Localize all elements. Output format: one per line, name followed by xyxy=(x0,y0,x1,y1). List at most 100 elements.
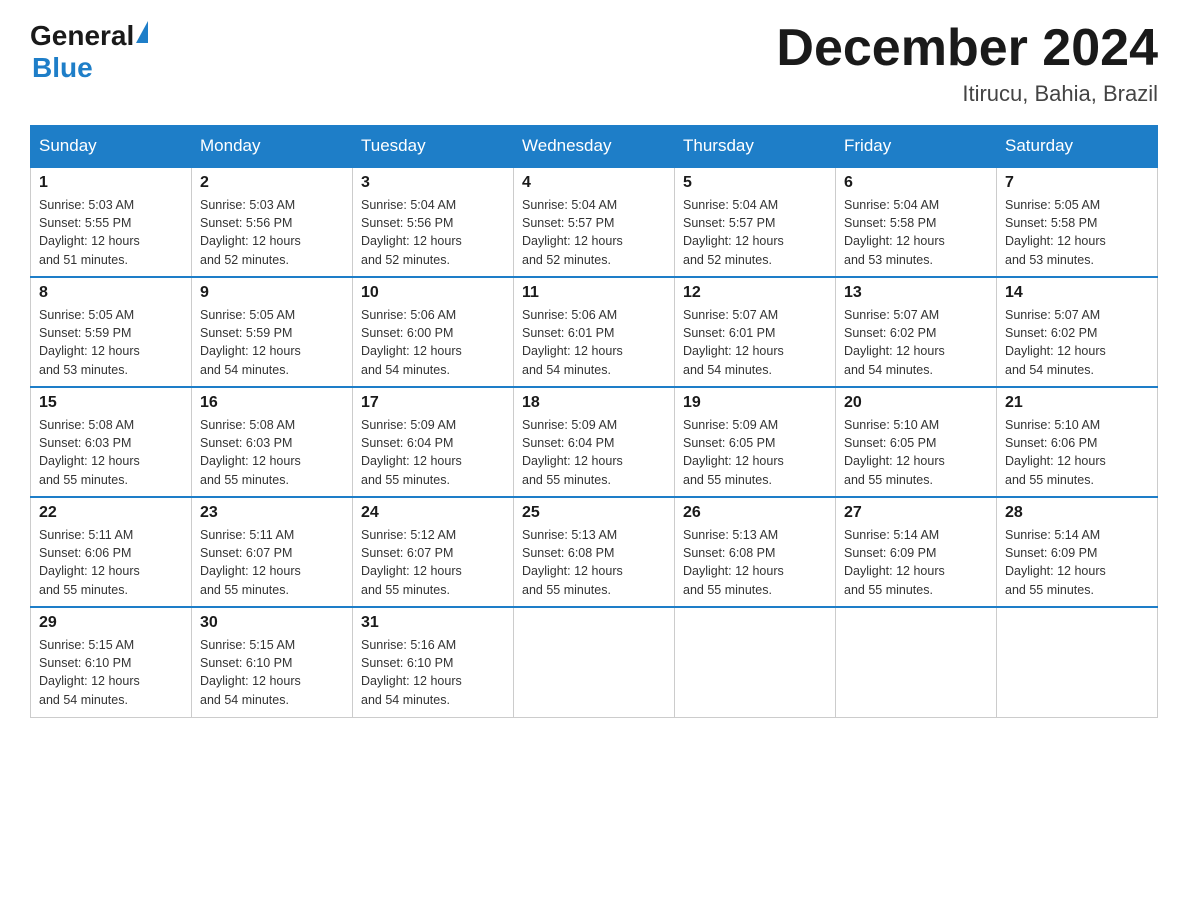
day-number: 28 xyxy=(1005,504,1149,522)
day-info: Sunrise: 5:03 AMSunset: 5:55 PMDaylight:… xyxy=(39,196,183,269)
day-number: 9 xyxy=(200,284,344,302)
day-info: Sunrise: 5:14 AMSunset: 6:09 PMDaylight:… xyxy=(1005,526,1149,599)
calendar-cell: 22 Sunrise: 5:11 AMSunset: 6:06 PMDayligh… xyxy=(31,497,192,607)
calendar-cell: 4 Sunrise: 5:04 AMSunset: 5:57 PMDaylight… xyxy=(514,167,675,277)
logo-blue-text: Blue xyxy=(32,52,93,84)
day-info: Sunrise: 5:04 AMSunset: 5:57 PMDaylight:… xyxy=(683,196,827,269)
calendar-cell: 7 Sunrise: 5:05 AMSunset: 5:58 PMDaylight… xyxy=(997,167,1158,277)
calendar-table: SundayMondayTuesdayWednesdayThursdayFrid… xyxy=(30,125,1158,718)
logo: General Blue xyxy=(30,20,148,84)
title-area: December 2024 Itirucu, Bahia, Brazil xyxy=(776,20,1158,107)
day-info: Sunrise: 5:15 AMSunset: 6:10 PMDaylight:… xyxy=(200,636,344,709)
day-number: 1 xyxy=(39,174,183,192)
weekday-header-row: SundayMondayTuesdayWednesdayThursdayFrid… xyxy=(31,126,1158,168)
week-row-2: 8 Sunrise: 5:05 AMSunset: 5:59 PMDaylight… xyxy=(31,277,1158,387)
day-info: Sunrise: 5:07 AMSunset: 6:01 PMDaylight:… xyxy=(683,306,827,379)
day-info: Sunrise: 5:05 AMSunset: 5:58 PMDaylight:… xyxy=(1005,196,1149,269)
day-info: Sunrise: 5:06 AMSunset: 6:01 PMDaylight:… xyxy=(522,306,666,379)
calendar-cell: 2Sunrise: 5:03 AMSunset: 5:56 PMDaylight… xyxy=(192,167,353,277)
day-info: Sunrise: 5:11 AMSunset: 6:07 PMDaylight:… xyxy=(200,526,344,599)
day-info: Sunrise: 5:11 AMSunset: 6:06 PMDaylight:… xyxy=(39,526,183,599)
day-number: 18 xyxy=(522,394,666,412)
day-number: 25 xyxy=(522,504,666,522)
calendar-cell: 30 Sunrise: 5:15 AMSunset: 6:10 PMDayligh… xyxy=(192,607,353,717)
day-number: 7 xyxy=(1005,174,1149,192)
week-row-3: 15Sunrise: 5:08 AMSunset: 6:03 PMDayligh… xyxy=(31,387,1158,497)
calendar-cell: 23 Sunrise: 5:11 AMSunset: 6:07 PMDayligh… xyxy=(192,497,353,607)
calendar-cell xyxy=(997,607,1158,717)
calendar-title: December 2024 xyxy=(776,20,1158,77)
day-number: 29 xyxy=(39,614,183,632)
day-info: Sunrise: 5:08 AMSunset: 6:03 PMDaylight:… xyxy=(39,416,183,489)
day-number: 16 xyxy=(200,394,344,412)
calendar-cell: 9Sunrise: 5:05 AMSunset: 5:59 PMDaylight… xyxy=(192,277,353,387)
week-row-1: 1 Sunrise: 5:03 AMSunset: 5:55 PMDaylight… xyxy=(31,167,1158,277)
day-info: Sunrise: 5:14 AMSunset: 6:09 PMDaylight:… xyxy=(844,526,988,599)
day-info: Sunrise: 5:05 AMSunset: 5:59 PMDaylight:… xyxy=(39,306,183,379)
calendar-cell: 27 Sunrise: 5:14 AMSunset: 6:09 PMDayligh… xyxy=(836,497,997,607)
day-info: Sunrise: 5:10 AMSunset: 6:05 PMDaylight:… xyxy=(844,416,988,489)
day-number: 5 xyxy=(683,174,827,192)
calendar-cell: 26Sunrise: 5:13 AMSunset: 6:08 PMDayligh… xyxy=(675,497,836,607)
day-number: 2 xyxy=(200,174,344,192)
day-number: 20 xyxy=(844,394,988,412)
logo-triangle-icon xyxy=(136,21,148,43)
day-info: Sunrise: 5:10 AMSunset: 6:06 PMDaylight:… xyxy=(1005,416,1149,489)
week-row-5: 29 Sunrise: 5:15 AMSunset: 6:10 PMDayligh… xyxy=(31,607,1158,717)
day-info: Sunrise: 5:04 AMSunset: 5:56 PMDaylight:… xyxy=(361,196,505,269)
calendar-cell: 24Sunrise: 5:12 AMSunset: 6:07 PMDayligh… xyxy=(353,497,514,607)
day-number: 30 xyxy=(200,614,344,632)
day-number: 12 xyxy=(683,284,827,302)
day-info: Sunrise: 5:08 AMSunset: 6:03 PMDaylight:… xyxy=(200,416,344,489)
day-info: Sunrise: 5:04 AMSunset: 5:58 PMDaylight:… xyxy=(844,196,988,269)
day-number: 11 xyxy=(522,284,666,302)
weekday-header-tuesday: Tuesday xyxy=(353,126,514,168)
day-number: 3 xyxy=(361,174,505,192)
calendar-cell: 17Sunrise: 5:09 AMSunset: 6:04 PMDayligh… xyxy=(353,387,514,497)
logo-general-text: General xyxy=(30,20,134,52)
calendar-cell xyxy=(836,607,997,717)
day-info: Sunrise: 5:07 AMSunset: 6:02 PMDaylight:… xyxy=(844,306,988,379)
day-info: Sunrise: 5:13 AMSunset: 6:08 PMDaylight:… xyxy=(683,526,827,599)
calendar-cell: 25Sunrise: 5:13 AMSunset: 6:08 PMDayligh… xyxy=(514,497,675,607)
day-number: 6 xyxy=(844,174,988,192)
calendar-cell: 13 Sunrise: 5:07 AMSunset: 6:02 PMDayligh… xyxy=(836,277,997,387)
calendar-cell: 16 Sunrise: 5:08 AMSunset: 6:03 PMDayligh… xyxy=(192,387,353,497)
day-info: Sunrise: 5:04 AMSunset: 5:57 PMDaylight:… xyxy=(522,196,666,269)
day-number: 4 xyxy=(522,174,666,192)
day-number: 8 xyxy=(39,284,183,302)
calendar-cell: 6 Sunrise: 5:04 AMSunset: 5:58 PMDaylight… xyxy=(836,167,997,277)
weekday-header-thursday: Thursday xyxy=(675,126,836,168)
calendar-subtitle: Itirucu, Bahia, Brazil xyxy=(776,81,1158,107)
day-number: 14 xyxy=(1005,284,1149,302)
day-number: 21 xyxy=(1005,394,1149,412)
calendar-cell: 14 Sunrise: 5:07 AMSunset: 6:02 PMDayligh… xyxy=(997,277,1158,387)
page-header: General Blue December 2024 Itirucu, Bahi… xyxy=(30,20,1158,107)
calendar-cell: 12 Sunrise: 5:07 AMSunset: 6:01 PMDayligh… xyxy=(675,277,836,387)
day-number: 24 xyxy=(361,504,505,522)
calendar-cell: 11 Sunrise: 5:06 AMSunset: 6:01 PMDayligh… xyxy=(514,277,675,387)
calendar-cell: 5 Sunrise: 5:04 AMSunset: 5:57 PMDaylight… xyxy=(675,167,836,277)
day-info: Sunrise: 5:09 AMSunset: 6:04 PMDaylight:… xyxy=(361,416,505,489)
calendar-cell: 8 Sunrise: 5:05 AMSunset: 5:59 PMDaylight… xyxy=(31,277,192,387)
day-info: Sunrise: 5:09 AMSunset: 6:04 PMDaylight:… xyxy=(522,416,666,489)
weekday-header-saturday: Saturday xyxy=(997,126,1158,168)
day-info: Sunrise: 5:16 AMSunset: 6:10 PMDaylight:… xyxy=(361,636,505,709)
day-number: 13 xyxy=(844,284,988,302)
day-number: 10 xyxy=(361,284,505,302)
calendar-cell: 31 Sunrise: 5:16 AMSunset: 6:10 PMDayligh… xyxy=(353,607,514,717)
day-number: 23 xyxy=(200,504,344,522)
day-number: 31 xyxy=(361,614,505,632)
calendar-cell: 29 Sunrise: 5:15 AMSunset: 6:10 PMDayligh… xyxy=(31,607,192,717)
day-number: 19 xyxy=(683,394,827,412)
calendar-cell: 15Sunrise: 5:08 AMSunset: 6:03 PMDayligh… xyxy=(31,387,192,497)
calendar-cell: 19Sunrise: 5:09 AMSunset: 6:05 PMDayligh… xyxy=(675,387,836,497)
week-row-4: 22 Sunrise: 5:11 AMSunset: 6:06 PMDayligh… xyxy=(31,497,1158,607)
day-info: Sunrise: 5:15 AMSunset: 6:10 PMDaylight:… xyxy=(39,636,183,709)
day-info: Sunrise: 5:07 AMSunset: 6:02 PMDaylight:… xyxy=(1005,306,1149,379)
day-number: 22 xyxy=(39,504,183,522)
weekday-header-monday: Monday xyxy=(192,126,353,168)
day-number: 27 xyxy=(844,504,988,522)
calendar-cell xyxy=(514,607,675,717)
calendar-cell: 18 Sunrise: 5:09 AMSunset: 6:04 PMDayligh… xyxy=(514,387,675,497)
